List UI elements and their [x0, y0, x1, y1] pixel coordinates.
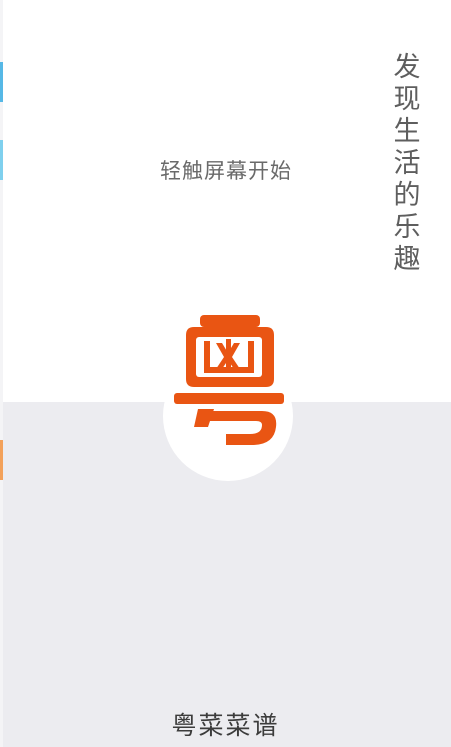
- yue-logo-icon: [174, 315, 284, 445]
- app-name: 粤菜菜谱: [171, 711, 280, 740]
- tap-to-start-hint[interactable]: 轻触屏幕开始: [160, 155, 292, 185]
- splash-screen[interactable]: 轻触屏幕开始 发现生活的乐趣 粤菜菜谱: [0, 0, 451, 747]
- slogan-vertical-text: 发现生活的乐趣: [393, 52, 421, 275]
